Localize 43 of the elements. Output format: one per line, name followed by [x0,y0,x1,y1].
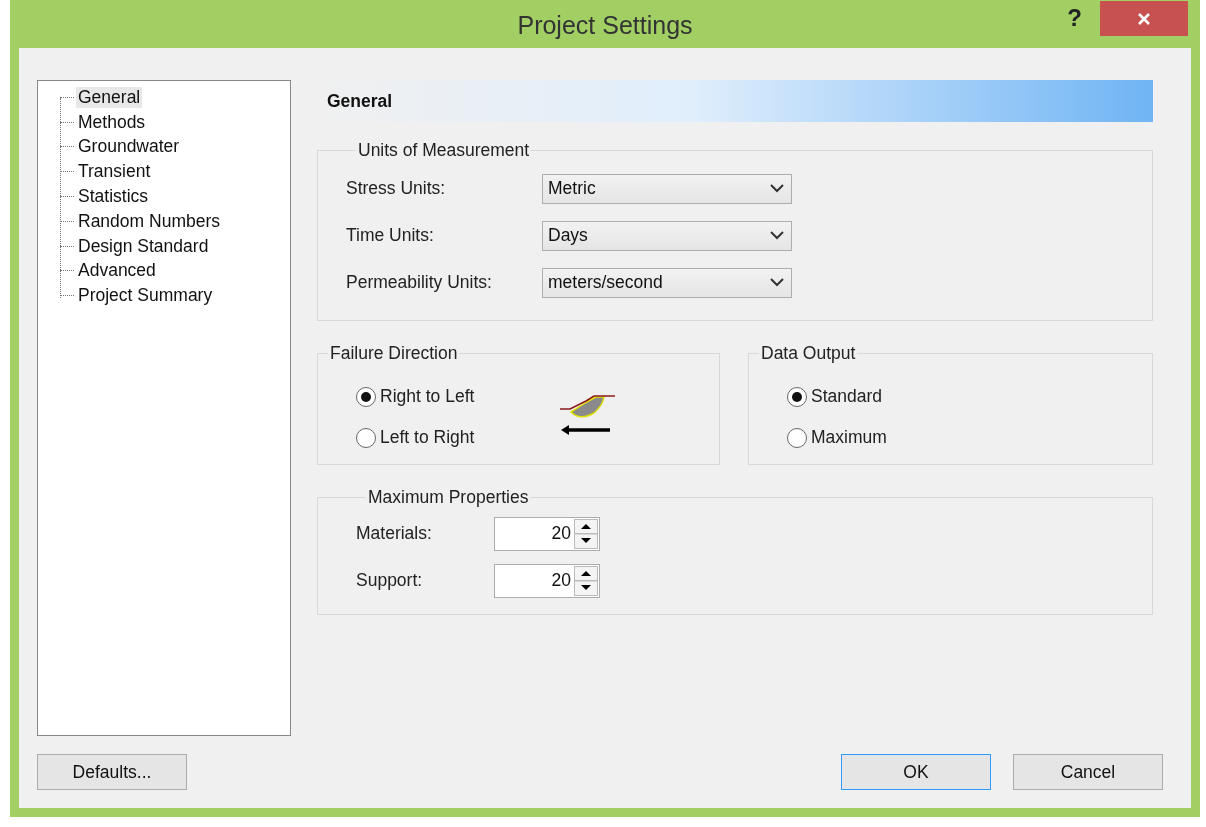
window-title: Project Settings [516,10,694,40]
chevron-down-icon [770,231,784,240]
close-icon [1136,10,1152,27]
tree-item[interactable]: Transient [76,161,153,183]
number-spinner[interactable]: 20 [494,516,600,551]
field-label: Stress Units: [346,178,447,199]
radio-button[interactable] [356,427,376,448]
field-label: Support: [356,570,424,591]
field-label: Permeability Units: [346,272,493,293]
radio-button[interactable] [787,427,807,448]
up-down-arrows-icon [574,565,598,596]
number-spinner[interactable]: 20 [494,563,600,598]
radio-label: Right to Left [380,386,475,407]
cancel-button[interactable]: Cancel [1013,754,1163,790]
group-title: Maximum Properties [367,487,530,508]
slope-failure-drawing [558,393,617,437]
up-down-arrows-icon [574,518,598,549]
tree-item[interactable]: Methods [76,111,148,133]
dropdown[interactable]: meters/second [542,267,792,298]
group-title: Data Output [760,343,857,364]
tree-item[interactable]: Project Summary [76,285,215,307]
chevron-down-icon [770,184,784,193]
chevron-down-icon [770,278,784,287]
group-title: Failure Direction [329,343,459,364]
radio-label: Standard [811,386,883,407]
help-button[interactable]: ? [1061,0,1088,36]
tree-item[interactable]: Groundwater [76,136,182,158]
tree-item[interactable]: Random Numbers [76,210,222,232]
tree-item[interactable]: Design Standard [76,235,211,257]
dropdown[interactable]: Days [542,220,792,251]
radio-label: Maximum [811,427,887,448]
group-title: Units of Measurement [357,140,531,161]
tree-item[interactable]: Statistics [76,186,151,208]
tree-item[interactable]: Advanced [76,260,158,282]
radio-button[interactable] [356,386,376,407]
field-label: Time Units: [346,225,435,246]
ok-button[interactable]: OK [841,754,991,790]
tree-item[interactable]: General [76,86,143,108]
defaults-button[interactable]: Defaults... [37,754,187,790]
field-label: Materials: [356,523,433,544]
dropdown[interactable]: Metric [542,173,792,204]
radio-label: Left to Right [380,427,475,448]
radio-button[interactable] [787,386,807,407]
